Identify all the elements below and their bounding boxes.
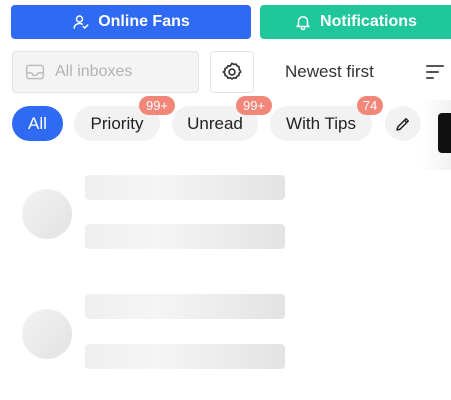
sort-lines-icon[interactable] bbox=[425, 63, 445, 81]
filter-chip-label: Priority bbox=[90, 113, 144, 133]
user-check-icon bbox=[73, 15, 89, 29]
bell-icon bbox=[296, 16, 310, 31]
filter-chip-label: Unread bbox=[187, 113, 243, 133]
filter-chip-label: All bbox=[28, 113, 47, 133]
tips-count-badge: 74 bbox=[357, 96, 383, 115]
skeleton-line bbox=[85, 175, 285, 200]
filter-chip-label: With Tips bbox=[286, 113, 356, 133]
gear-icon bbox=[222, 62, 242, 80]
pencil-icon bbox=[396, 117, 409, 131]
inbox-selector-placeholder: All inboxes bbox=[55, 63, 133, 80]
notifications-label: Notifications bbox=[320, 13, 417, 30]
priority-count-badge: 99+ bbox=[139, 96, 175, 115]
online-fans-button[interactable]: Online Fans bbox=[11, 5, 251, 39]
side-panel-tab[interactable] bbox=[438, 113, 451, 153]
inbox-icon bbox=[25, 64, 45, 80]
skeleton-line bbox=[85, 224, 285, 249]
edit-filters-button[interactable] bbox=[385, 106, 421, 141]
filter-chip-with-tips[interactable]: With Tips bbox=[270, 106, 372, 141]
skeleton-line bbox=[85, 344, 285, 369]
skeleton-avatar bbox=[22, 189, 72, 239]
unread-count-badge: 99+ bbox=[236, 96, 272, 115]
filter-chip-all[interactable]: All bbox=[12, 106, 63, 141]
notifications-button[interactable]: Notifications bbox=[260, 5, 451, 39]
online-fans-label: Online Fans bbox=[98, 13, 190, 30]
skeleton-avatar bbox=[22, 309, 72, 359]
settings-button[interactable] bbox=[210, 51, 254, 93]
skeleton-line bbox=[85, 294, 285, 319]
inbox-selector[interactable]: All inboxes bbox=[12, 51, 199, 93]
sort-order-label[interactable]: Newest first bbox=[285, 62, 374, 82]
